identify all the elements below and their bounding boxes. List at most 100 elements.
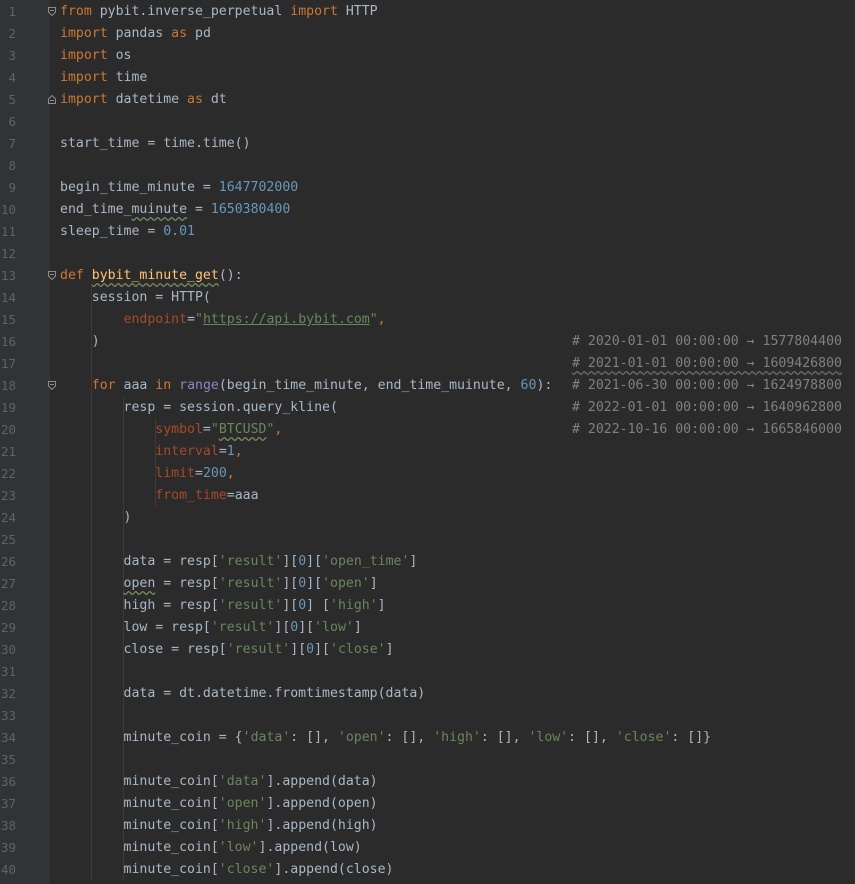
- code-line[interactable]: 4 import time: [0, 67, 855, 89]
- code-token: ]: [377, 598, 386, 613]
- code-token: 'close': [218, 862, 275, 877]
- code-token: ):: [536, 378, 553, 393]
- code-line[interactable]: 29 low = resp['result'][0]['low']: [0, 617, 855, 639]
- code-line[interactable]: 35: [0, 749, 855, 771]
- code-token: ,: [226, 466, 235, 481]
- code-token: ]: [385, 642, 394, 657]
- line-number: 36: [0, 774, 16, 789]
- code-token: ][: [298, 620, 315, 635]
- code-line[interactable]: 2 import pandas as pd: [0, 23, 855, 45]
- code-text: data = resp['result'][0]['open_time']: [60, 551, 418, 573]
- line-number: 5: [8, 92, 16, 107]
- code-token: 1: [226, 444, 235, 459]
- line-number: 30: [0, 642, 16, 657]
- code-editor[interactable]: 1 from pybit.inverse_perpetual import HTT…: [0, 0, 855, 884]
- code-token: = resp[: [155, 576, 219, 591]
- code-line[interactable]: 37 minute_coin['open'].append(open): [0, 793, 855, 815]
- code-line[interactable]: 18 for aaa in range(begin_time_minute, e…: [0, 375, 855, 397]
- code-line[interactable]: 3 import os: [0, 45, 855, 67]
- code-line[interactable]: 21 interval=1,: [0, 441, 855, 463]
- code-line[interactable]: 33: [0, 705, 855, 727]
- code-token: minute_coin[: [60, 818, 219, 833]
- code-token: ].append(close): [274, 862, 394, 877]
- code-line[interactable]: 11 sleep_time = 0.01: [0, 221, 855, 243]
- code-token: ][: [282, 554, 299, 569]
- fold-open-icon[interactable]: [48, 7, 56, 16]
- code-line[interactable]: 6: [0, 111, 855, 133]
- code-token: in: [155, 378, 172, 393]
- code-line[interactable]: 12: [0, 243, 855, 265]
- code-line[interactable]: 19 resp = session.query_kline(# 2022-01-…: [0, 397, 855, 419]
- code-text: import pandas as pd: [60, 23, 211, 45]
- code-line[interactable]: 13 def bybit_minute_get():: [0, 265, 855, 287]
- code-line[interactable]: 1 from pybit.inverse_perpetual import HTT…: [0, 1, 855, 23]
- code-token: ]: [369, 576, 378, 591]
- code-token: minute_coin[: [60, 774, 219, 789]
- code-line[interactable]: 26 data = resp['result'][0]['open_time']: [0, 551, 855, 573]
- line-number: 28: [0, 598, 16, 613]
- code-token: ]: [409, 554, 418, 569]
- code-line[interactable]: 34 minute_coin = {'data': [], 'open': []…: [0, 727, 855, 749]
- code-token: bybit_minute_get: [91, 268, 219, 283]
- code-token: from: [60, 4, 92, 19]
- code-text: from_time=aaa: [60, 485, 258, 507]
- code-token: : [],: [290, 730, 338, 745]
- code-line[interactable]: 9 begin_time_minute = 1647702000: [0, 177, 855, 199]
- code-token: 'open': [218, 796, 267, 811]
- code-line[interactable]: 30 close = resp['result'][0]['close']: [0, 639, 855, 661]
- code-token: minute_coin[: [60, 862, 219, 877]
- code-token: begin_time_minute =: [60, 180, 219, 195]
- code-line[interactable]: 14 session = HTTP(: [0, 287, 855, 309]
- code-token: 'high': [218, 818, 267, 833]
- inline-comment: # 2021-06-30 00:00:00 → 1624978800: [572, 378, 842, 393]
- fold-open-icon[interactable]: [48, 271, 56, 280]
- code-token: 0: [298, 554, 307, 569]
- code-token: os: [107, 48, 132, 63]
- code-line[interactable]: 7 start_time = time.time(): [0, 133, 855, 155]
- code-line[interactable]: 8: [0, 155, 855, 177]
- code-line[interactable]: 16 ) # 2020-01-01 00:00:00 → 1577804400: [0, 331, 855, 353]
- code-line[interactable]: 36 minute_coin['data'].append(data): [0, 771, 855, 793]
- code-line[interactable]: 25: [0, 529, 855, 551]
- code-line[interactable]: 40 minute_coin['close'].append(close): [0, 859, 855, 881]
- code-token: : [],: [568, 730, 616, 745]
- line-number: 24: [0, 510, 16, 525]
- code-text: sleep_time = 0.01: [60, 221, 195, 243]
- code-line[interactable]: 15 endpoint="https://api.bybit.com",: [0, 309, 855, 331]
- code-line[interactable]: 31: [0, 661, 855, 683]
- code-token: time: [107, 70, 148, 85]
- code-line[interactable]: 28 high = resp['result'][0] ['high']: [0, 595, 855, 617]
- fold-open-icon[interactable]: [48, 381, 56, 390]
- line-number: 33: [0, 708, 16, 723]
- code-line[interactable]: 24 ): [0, 507, 855, 529]
- line-number: 11: [0, 224, 16, 239]
- code-token: 1647702000: [218, 180, 299, 195]
- fold-close-icon[interactable]: [48, 95, 56, 104]
- line-number: 40: [0, 862, 16, 877]
- code-token: 1650380400: [210, 202, 291, 217]
- code-text: from pybit.inverse_perpetual import HTTP: [60, 1, 378, 23]
- code-token: HTTP: [337, 4, 378, 19]
- code-text: ): [60, 331, 100, 353]
- code-line[interactable]: 22 limit=200,: [0, 463, 855, 485]
- code-line[interactable]: 20 symbol="BTCUSD", # 2022-10-16 00:00:00…: [0, 419, 855, 441]
- code-line[interactable]: 17 # 2021-01-01 00:00:00 → 1609426800: [0, 353, 855, 375]
- code-text: start_time = time.time(): [60, 133, 251, 155]
- code-text: symbol="BTCUSD",: [60, 419, 282, 441]
- code-line[interactable]: 32 data = dt.datetime.fromtimestamp(data…: [0, 683, 855, 705]
- code-line[interactable]: 23 from_time=aaa: [0, 485, 855, 507]
- code-text: ): [60, 507, 132, 529]
- code-line[interactable]: 38 minute_coin['high'].append(high): [0, 815, 855, 837]
- code-line[interactable]: 27 open = resp['result'][0]['open']: [0, 573, 855, 595]
- code-token: ][: [282, 598, 299, 613]
- code-line[interactable]: 5 import datetime as dt: [0, 89, 855, 111]
- code-line[interactable]: 10 end_time_muinute = 1650380400: [0, 199, 855, 221]
- code-text: end_time_muinute = 1650380400: [60, 199, 290, 221]
- code-text: begin_time_minute = 1647702000: [60, 177, 298, 199]
- code-token: (begin_time_minute, end_time_muinute,: [218, 378, 521, 393]
- code-token: end_time_: [60, 202, 132, 217]
- code-token: start_time = time.time(): [60, 136, 251, 151]
- code-line[interactable]: 39 minute_coin['low'].append(low): [0, 837, 855, 859]
